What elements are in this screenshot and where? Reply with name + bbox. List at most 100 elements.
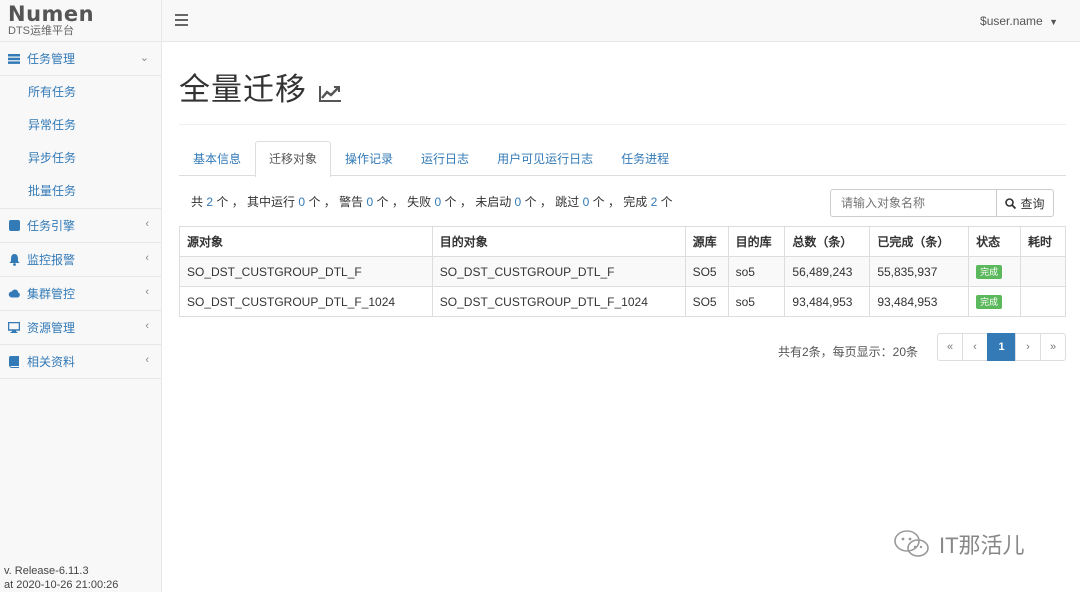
sidebar-item-abnormal-tasks[interactable]: 异常任务	[0, 109, 161, 142]
stats-text: 个 ， 未启动	[444, 195, 512, 209]
stats-text: 个	[660, 195, 673, 209]
tab-basic-info[interactable]: 基本信息	[179, 141, 255, 176]
chevron-left-icon: ‹	[145, 354, 149, 366]
search-icon	[1005, 197, 1017, 209]
status-badge: 完成	[976, 265, 1003, 279]
chevron-left-icon: ‹	[145, 218, 149, 230]
nav-group-task-engine: 任务引擎 ‹	[0, 209, 161, 243]
cell-duration	[1020, 256, 1066, 287]
line-chart-icon	[319, 85, 342, 106]
brand[interactable]: Numen DTS运维平台	[0, 0, 161, 42]
cell-completed: 55,835,937	[869, 256, 970, 287]
book-icon	[8, 355, 20, 368]
col-source-db[interactable]: 源库	[684, 226, 729, 257]
table-row[interactable]: SO_DST_CUSTGROUP_DTL_F_1024 SO_DST_CUSTG…	[179, 286, 1066, 317]
col-total[interactable]: 总数（条）	[784, 226, 871, 257]
search-box: 查询	[830, 189, 1054, 217]
nav-group-resources: 资源管理 ‹	[0, 311, 161, 345]
nav-group-task-management: 任务管理 ⌄ 所有任务 异常任务 异步任务 批量任务	[0, 42, 161, 209]
cloud-icon	[8, 288, 20, 300]
page-button-current[interactable]: 1	[987, 333, 1016, 361]
chevron-left-icon: ‹	[145, 252, 149, 264]
sidebar-item-resources[interactable]: 资源管理 ‹	[0, 311, 161, 344]
version-info: v. Release-6.11.3 at 2020-10-26 21:00:26	[4, 564, 118, 592]
sidebar-item-batch-tasks[interactable]: 批量任务	[0, 175, 161, 208]
sidebar: Numen DTS运维平台 任务管理 ⌄ 所有任务 异常任务 异步任务 批量任务…	[0, 0, 162, 592]
sidebar-item-cluster[interactable]: 集群管控 ‹	[0, 277, 161, 310]
cell-target-object: SO_DST_CUSTGROUP_DTL_F	[431, 256, 686, 287]
sidebar-item-label: 监控报警	[27, 253, 76, 267]
desktop-icon	[8, 322, 20, 334]
count-total: 2	[206, 195, 214, 209]
stats-text: 个 ， 跳过	[524, 195, 580, 209]
count-not-started: 0	[514, 195, 522, 209]
stats-summary: 共 2 个 ， 其中运行 0 个 ， 警告 0 个 ， 失败 0 个 ， 未启动…	[191, 193, 673, 210]
search-input[interactable]	[830, 189, 996, 217]
stats-text: 个 ， 警告	[308, 195, 364, 209]
brand-subtitle: DTS运维平台	[8, 25, 74, 37]
page-title: 全量迁移	[179, 72, 307, 107]
sidebar-item-task-management[interactable]: 任务管理 ⌄	[0, 42, 161, 75]
sidebar-item-all-tasks[interactable]: 所有任务	[0, 76, 161, 109]
cell-source-object: SO_DST_CUSTGROUP_DTL_F_1024	[179, 286, 433, 317]
sub-menu: 所有任务 异常任务 异步任务 批量任务	[0, 75, 161, 208]
top-navbar: $user.name ▼	[162, 0, 1080, 42]
stats-text: 个 ， 其中运行	[216, 195, 296, 209]
cell-source-object: SO_DST_CUSTGROUP_DTL_F	[179, 256, 433, 287]
sidebar-item-task-engine[interactable]: 任务引擎 ‹	[0, 209, 161, 242]
search-button-label: 查询	[1020, 196, 1045, 211]
col-source-object[interactable]: 源对象	[179, 226, 433, 257]
col-duration[interactable]: 耗时	[1020, 226, 1066, 257]
cell-source-db: SO5	[684, 256, 729, 287]
table-header-row: 源对象 目的对象 源库 目的库 总数（条） 已完成（条） 状态 耗时	[179, 226, 1066, 257]
nav-group-monitoring: 监控报警 ‹	[0, 243, 161, 277]
server-icon	[8, 53, 20, 65]
stats-text: 共	[191, 195, 204, 209]
caret-down-icon: ▼	[1049, 17, 1058, 27]
col-target-db[interactable]: 目的库	[727, 226, 786, 257]
first-page-button[interactable]: «	[937, 333, 963, 361]
tab-run-log[interactable]: 运行日志	[407, 141, 483, 176]
stats-text: 个 ， 完成	[592, 195, 648, 209]
stats-row: 共 2 个 ， 其中运行 0 个 ， 警告 0 个 ， 失败 0 个 ， 未启动…	[179, 176, 1066, 226]
pagination-info: 共有2条，每页显示：20条	[777, 345, 918, 359]
sidebar-item-monitoring[interactable]: 监控报警 ‹	[0, 243, 161, 276]
cell-total: 93,484,953	[784, 286, 871, 317]
tab-user-visible-log[interactable]: 用户可见运行日志	[483, 141, 607, 176]
chevron-left-icon: ‹	[145, 286, 149, 298]
col-completed[interactable]: 已完成（条）	[869, 226, 970, 257]
tab-task-process[interactable]: 任务进程	[607, 141, 683, 176]
page-header: 全量迁移	[179, 42, 1066, 125]
count-warning: 0	[366, 195, 374, 209]
last-page-button[interactable]: »	[1040, 333, 1066, 361]
prev-page-button[interactable]: ‹	[962, 333, 988, 361]
migration-objects-table: 源对象 目的对象 源库 目的库 总数（条） 已完成（条） 状态 耗时 SO_DS…	[179, 226, 1066, 317]
user-name: $user.name	[980, 14, 1043, 28]
watermark-text: IT那活儿	[939, 533, 1025, 558]
chevron-left-icon: ‹	[145, 320, 149, 332]
nav-group-docs: 相关资料 ‹	[0, 345, 161, 379]
database-icon	[8, 220, 20, 232]
user-menu[interactable]: $user.name ▼	[980, 14, 1058, 28]
count-done: 2	[650, 195, 658, 209]
tab-migration-objects[interactable]: 迁移对象	[255, 141, 332, 177]
count-skipped: 0	[582, 195, 590, 209]
tab-operation-log[interactable]: 操作记录	[331, 141, 407, 176]
col-status[interactable]: 状态	[968, 226, 1022, 257]
table-row[interactable]: SO_DST_CUSTGROUP_DTL_F SO_DST_CUSTGROUP_…	[179, 256, 1066, 287]
count-failed: 0	[434, 195, 442, 209]
next-page-button[interactable]: ›	[1015, 333, 1041, 361]
tab-bar: 基本信息 迁移对象 操作记录 运行日志 用户可见运行日志 任务进程	[179, 141, 1066, 177]
cell-completed: 93,484,953	[869, 286, 970, 317]
sidebar-item-label: 资源管理	[27, 321, 76, 335]
cell-target-object: SO_DST_CUSTGROUP_DTL_F_1024	[431, 286, 686, 317]
sidebar-item-label: 相关资料	[27, 355, 76, 369]
chevron-down-icon: ⌄	[139, 52, 149, 64]
sidebar-item-docs[interactable]: 相关资料 ‹	[0, 345, 161, 378]
search-button[interactable]: 查询	[996, 189, 1054, 217]
bell-icon	[8, 253, 20, 266]
menu-toggle-icon[interactable]	[175, 14, 188, 26]
col-target-object[interactable]: 目的对象	[431, 226, 686, 257]
sidebar-item-async-tasks[interactable]: 异步任务	[0, 142, 161, 175]
brand-name: Numen	[8, 2, 95, 26]
